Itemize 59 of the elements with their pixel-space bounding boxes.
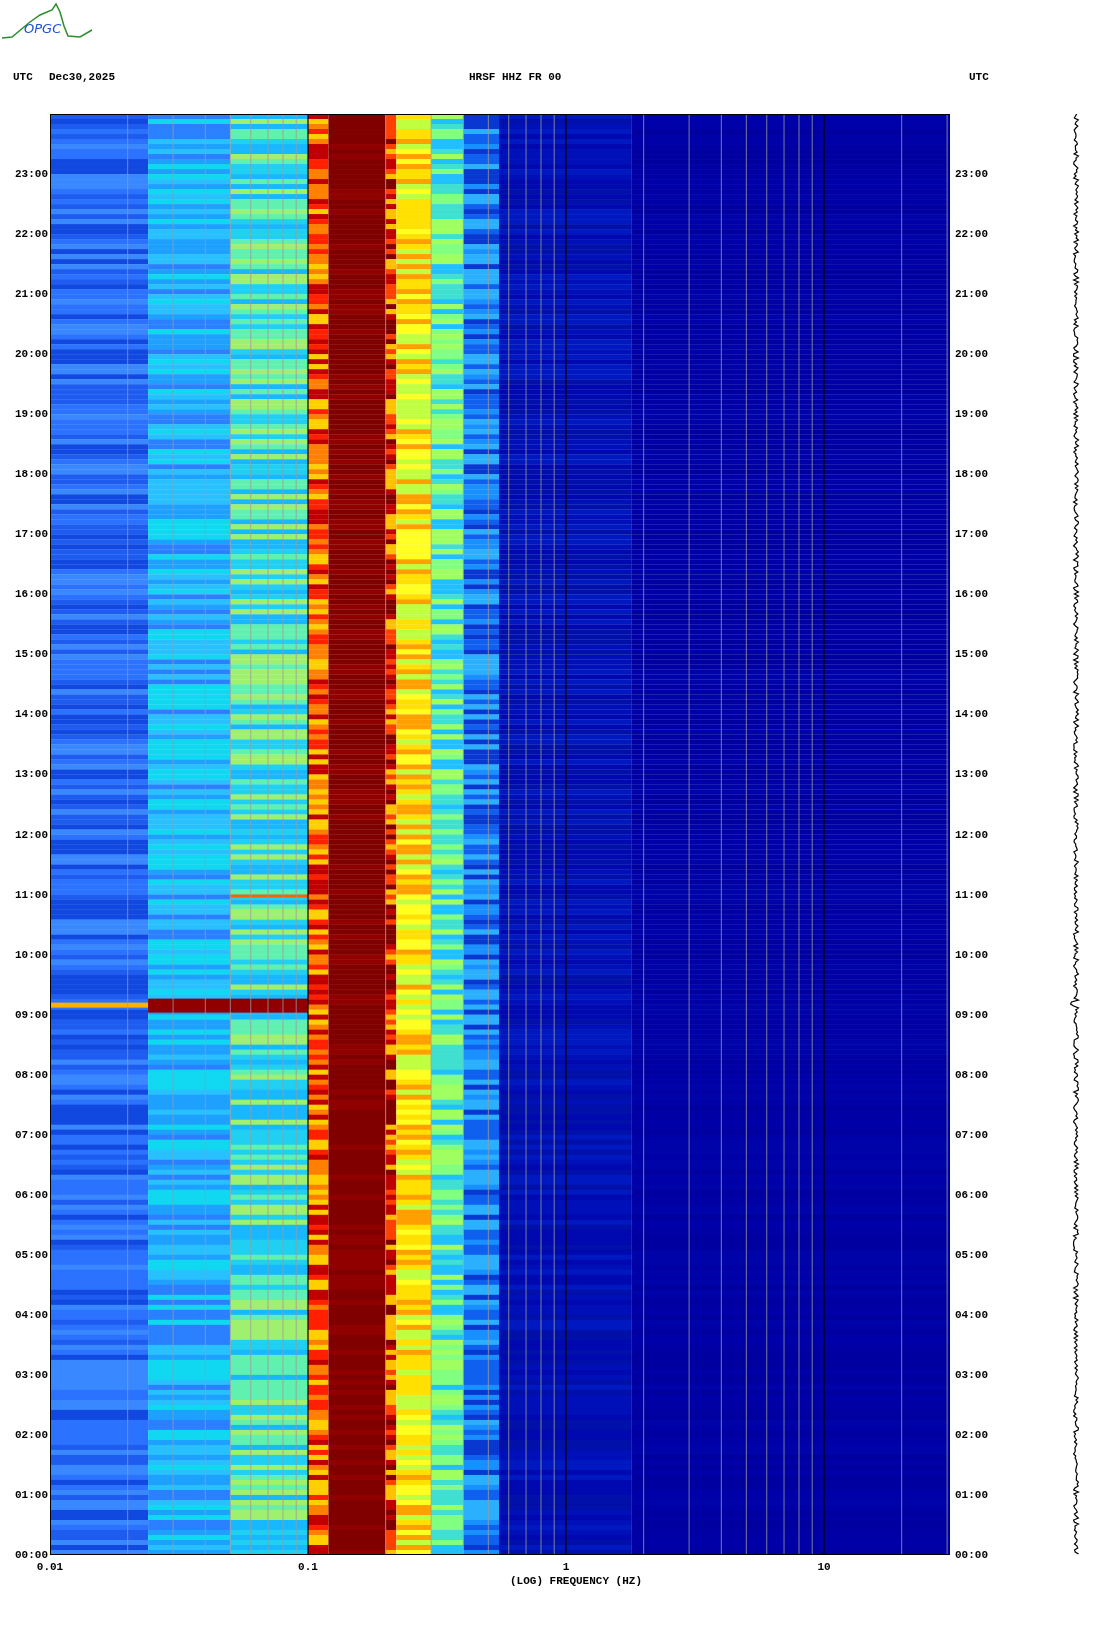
frequency-tick-label: 0.01 [36,1561,64,1573]
hour-label: 17:00 [955,527,988,542]
logo-text: OPGC [24,22,62,36]
hour-label: 15:00 [955,647,988,662]
hour-label: 06:00 [15,1187,48,1202]
axis-title: (LOG) FREQUENCY (HZ) [510,1575,643,1587]
hour-label: 11:00 [15,887,48,902]
hour-label: 13:00 [15,767,48,782]
hour-label: 20:00 [955,347,988,362]
hour-label: 01:00 [955,1487,988,1502]
hour-label: 19:00 [955,407,988,422]
hour-label: 22:00 [15,227,48,242]
hour-label: 05:00 [15,1247,48,1262]
hour-label: 09:00 [15,1007,48,1022]
hour-label: 03:00 [15,1367,48,1382]
hour-label: 18:00 [15,467,48,482]
hour-label: 08:00 [15,1067,48,1082]
hour-label: 07:00 [15,1127,48,1142]
hour-label: 23:00 [15,167,48,182]
hour-label: 05:00 [955,1247,988,1262]
date-label: Dec30,2025 [49,70,116,85]
hour-label: 21:00 [15,287,48,302]
hour-label: 21:00 [955,287,988,302]
hour-label: 20:00 [15,347,48,362]
hour-label: 12:00 [955,827,988,842]
hour-label: 04:00 [15,1307,48,1322]
hour-label: 10:00 [955,947,988,962]
frequency-tick-label: 0.1 [298,1561,318,1573]
frequency-tick-label: 10 [817,1561,831,1573]
hour-label: 16:00 [955,587,988,602]
hour-label: 03:00 [955,1367,988,1382]
hour-label: 14:00 [955,707,988,722]
hour-label: 09:00 [955,1007,988,1022]
hour-label: 06:00 [955,1187,988,1202]
hour-label: 15:00 [15,647,48,662]
hour-label: 04:00 [955,1307,988,1322]
timezone-label: UTC [969,70,990,85]
frequency-tick-label: 1 [562,1561,570,1573]
hour-label: 17:00 [15,527,48,542]
hour-label: 02:00 [955,1427,988,1442]
hour-label: 08:00 [955,1067,988,1082]
hour-label: 22:00 [955,227,988,242]
station-label: HRSF HHZ FR 00 [469,70,563,85]
hour-label: 00:00 [15,1548,48,1562]
hour-label: 14:00 [15,707,48,722]
hour-label: 02:00 [15,1427,48,1442]
hour-label: 10:00 [15,947,48,962]
hour-label: 00:00 [955,1548,988,1562]
mountain-curve-icon [0,0,95,40]
hour-label: 11:00 [955,887,988,902]
timezone-label: UTC [13,70,34,85]
hour-label: 18:00 [955,467,988,482]
hour-label: 19:00 [15,407,48,422]
hour-label: 16:00 [15,587,48,602]
hour-label: 23:00 [955,167,988,182]
hour-label: 07:00 [955,1127,988,1142]
hour-label: 13:00 [955,767,988,782]
hour-label: 12:00 [15,827,48,842]
hour-label: 01:00 [15,1487,48,1502]
